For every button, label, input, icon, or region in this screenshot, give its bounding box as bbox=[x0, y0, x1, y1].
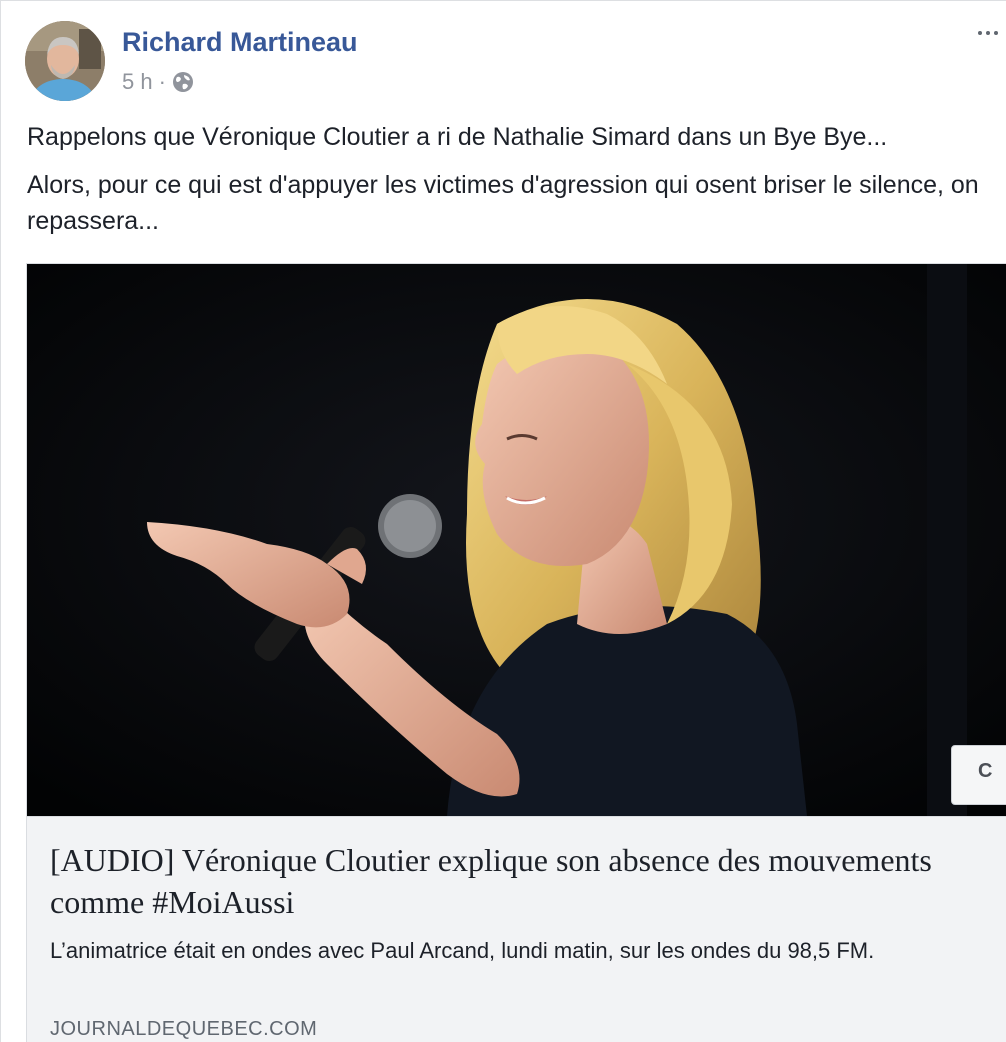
post-timestamp[interactable]: 5 h bbox=[122, 69, 153, 95]
article-headline[interactable]: [AUDIO] Véronique Cloutier explique son … bbox=[50, 839, 950, 923]
article-description: L’animatrice était en ondes avec Paul Ar… bbox=[50, 938, 875, 963]
avatar-photo-icon bbox=[25, 21, 105, 101]
more-options-icon[interactable] bbox=[976, 21, 1000, 45]
post-message: Rappelons que Véronique Cloutier a ri de… bbox=[27, 119, 1002, 251]
author-avatar[interactable] bbox=[25, 21, 105, 101]
link-card-body[interactable]: [AUDIO] Véronique Cloutier explique son … bbox=[27, 816, 1006, 1042]
article-domain: JOURNALDEQUEBEC.COM bbox=[50, 1018, 318, 1040]
meta-separator: · bbox=[158, 69, 166, 94]
post-paragraph-1: Rappelons que Véronique Cloutier a ri de… bbox=[27, 123, 888, 151]
shared-link-card[interactable]: [AUDIO] Véronique Cloutier explique son … bbox=[26, 263, 1006, 1042]
author-name-link[interactable]: Richard Martineau bbox=[122, 27, 358, 58]
post-paragraph-2: Alors, pour ce qui est d'appuyer les vic… bbox=[27, 171, 979, 235]
link-card-action-button[interactable]: C bbox=[951, 745, 1006, 805]
article-photo[interactable] bbox=[27, 264, 1006, 816]
facebook-post: Richard Martineau 5 h · Rappelons que Vé… bbox=[0, 0, 1006, 1042]
post-meta: 5 h · bbox=[122, 68, 194, 96]
globe-icon[interactable] bbox=[172, 71, 194, 93]
